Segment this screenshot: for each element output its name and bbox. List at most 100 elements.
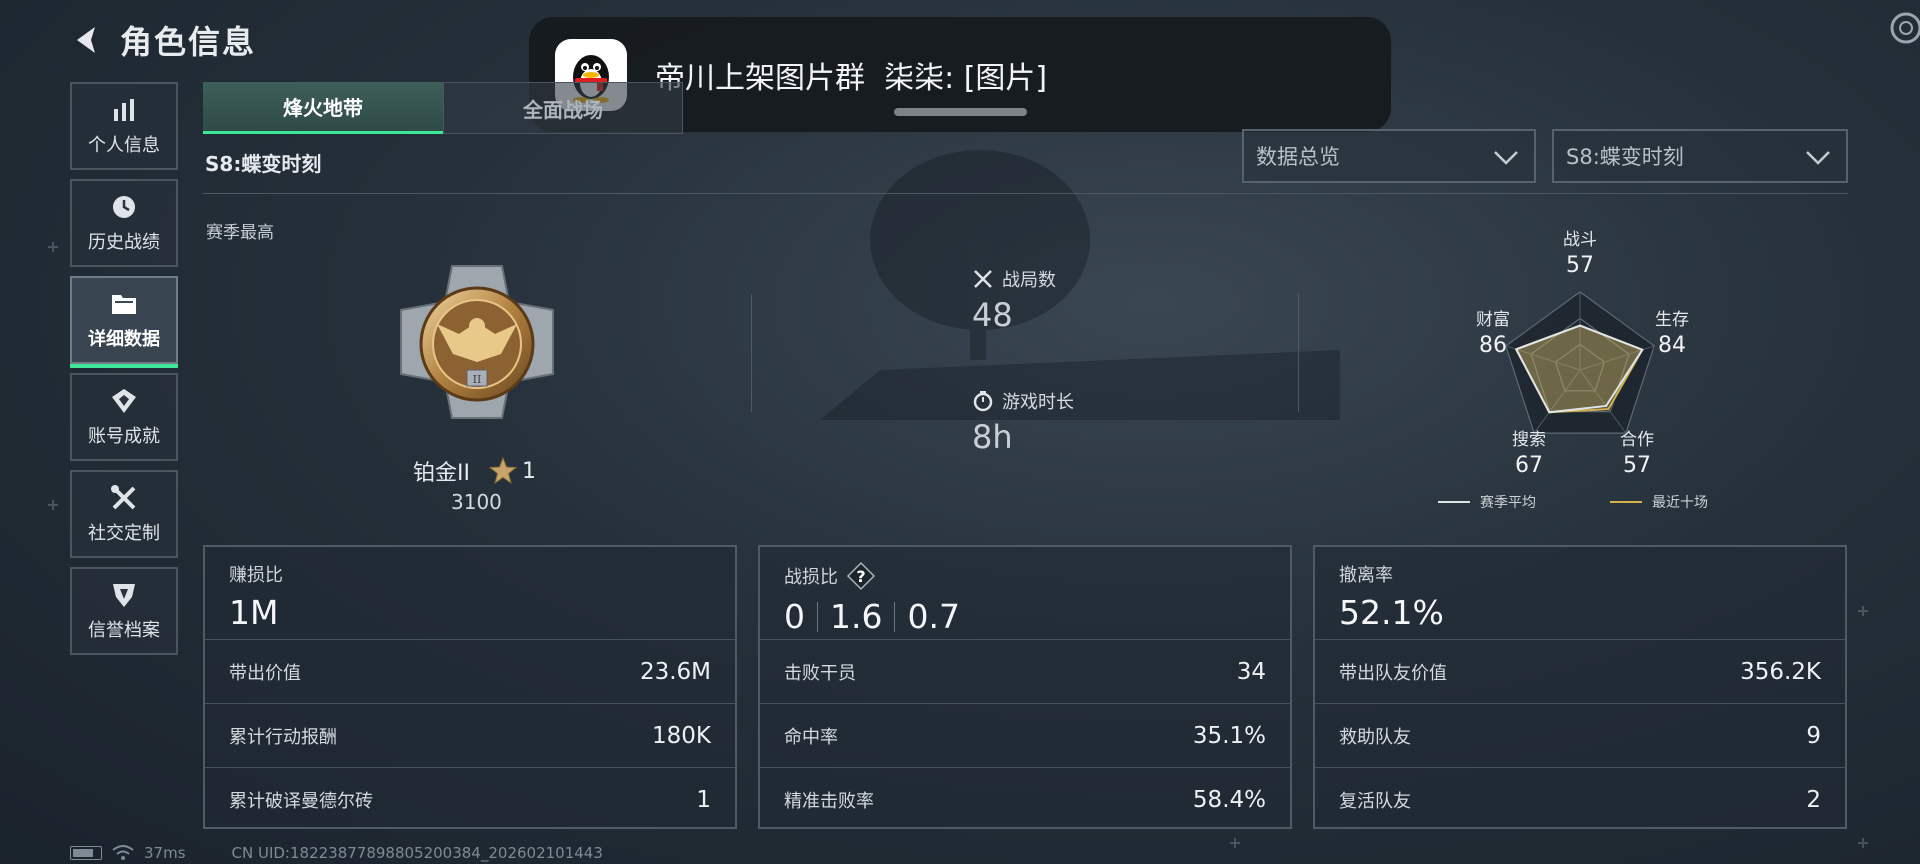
ability-radar-chart: 战斗 57 生存 84 合作 57 搜索 67 财富 86 bbox=[1420, 225, 1740, 515]
season-title: S8:蝶变时刻 bbox=[205, 152, 322, 176]
row-key: 带出价值 bbox=[229, 662, 301, 684]
settings-gear-icon[interactable] bbox=[1876, 6, 1920, 50]
rank-stars: 1 bbox=[521, 458, 536, 484]
legend-line-swatch bbox=[1438, 501, 1470, 503]
season-select-value: S8:蝶变时刻 bbox=[1566, 145, 1684, 169]
bar-chart-icon bbox=[109, 95, 139, 125]
notification-message: 柒柒: [图片] bbox=[884, 60, 1048, 96]
season-select[interactable]: S8:蝶变时刻 bbox=[1552, 129, 1848, 183]
row-key: 救助队友 bbox=[1339, 726, 1411, 748]
grid-marker bbox=[48, 242, 58, 252]
row-value: 356.2K bbox=[1740, 658, 1821, 685]
sidebar-item-reputation[interactable]: 信誉档案 bbox=[70, 567, 178, 655]
wifi-icon bbox=[112, 845, 134, 860]
sidebar-item-label: 历史战绩 bbox=[88, 232, 160, 253]
tab-hazard-zone[interactable]: 烽火地带 bbox=[203, 82, 443, 134]
rank-points: 3100 bbox=[451, 490, 502, 514]
notification-group: 帝川上架图片群 bbox=[655, 60, 865, 96]
combat-label: 战损比 bbox=[784, 567, 838, 588]
legend-recent-ten: 最近十场 bbox=[1610, 492, 1708, 512]
mode-tabs: 烽火地带 全面战场 bbox=[203, 82, 683, 134]
combat-value: 1.6 bbox=[830, 597, 883, 636]
vertical-divider bbox=[1298, 294, 1299, 412]
svg-text:II: II bbox=[473, 373, 482, 386]
tools-icon bbox=[109, 483, 139, 513]
matches-label: 战局数 bbox=[1002, 270, 1056, 291]
table-row: 累计破译曼德尔砖 1 bbox=[205, 767, 735, 831]
radar-axis-value: 84 bbox=[1658, 333, 1686, 358]
chevron-down-icon bbox=[1806, 151, 1830, 165]
sidebar-item-social-custom[interactable]: 社交定制 bbox=[70, 470, 178, 558]
radar-axis-label: 搜索 bbox=[1512, 430, 1546, 450]
extract-value: 52.1% bbox=[1339, 593, 1444, 632]
sidebar-item-label: 社交定制 bbox=[88, 523, 160, 544]
matches-value: 48 bbox=[972, 296, 1013, 334]
sidebar-item-match-history[interactable]: 历史战绩 bbox=[70, 179, 178, 267]
season-best-label: 赛季最高 bbox=[206, 223, 274, 243]
star-icon bbox=[488, 456, 518, 485]
table-row: 带出队友价值 356.2K bbox=[1315, 639, 1845, 703]
view-select[interactable]: 数据总览 bbox=[1242, 129, 1536, 183]
chevron-down-icon bbox=[1494, 151, 1518, 165]
vertical-divider bbox=[751, 294, 752, 412]
grid-marker bbox=[1230, 838, 1240, 848]
row-key: 击败干员 bbox=[784, 662, 856, 684]
table-row: 击败干员 34 bbox=[760, 639, 1290, 703]
combat-panel: 战损比 ? 0 1.6 0.7 击败干员 34 命中率 35.1% 精准击败率 58.… bbox=[758, 545, 1292, 829]
history-clock-icon bbox=[109, 192, 139, 222]
matches-stat: 战局数 48 bbox=[972, 266, 1056, 334]
radar-axis-label: 合作 bbox=[1620, 430, 1654, 450]
table-row: 带出价值 23.6M bbox=[205, 639, 735, 703]
table-row: 命中率 35.1% bbox=[760, 703, 1290, 767]
table-row: 累计行动报酬 180K bbox=[205, 703, 735, 767]
tab-full-battlefield[interactable]: 全面战场 bbox=[443, 82, 683, 134]
legend-line-swatch bbox=[1610, 501, 1642, 503]
section-divider bbox=[203, 193, 1848, 194]
row-key: 带出队友价值 bbox=[1339, 662, 1447, 684]
row-key: 精准击败率 bbox=[784, 790, 874, 812]
combat-value: 0 bbox=[784, 597, 805, 636]
table-row: 精准击败率 58.4% bbox=[760, 767, 1290, 831]
ping-readout: 37ms bbox=[144, 844, 186, 862]
extract-panel: 撤离率 52.1% 带出队友价值 356.2K 救助队友 9 复活队友 2 bbox=[1313, 545, 1847, 829]
sidebar-item-label: 个人信息 bbox=[88, 135, 160, 156]
value-separator bbox=[894, 601, 896, 632]
row-value: 2 bbox=[1806, 786, 1821, 813]
stopwatch-icon bbox=[973, 391, 993, 412]
view-select-value: 数据总览 bbox=[1256, 145, 1340, 169]
grid-marker bbox=[48, 500, 58, 510]
rank-name: 铂金II bbox=[413, 461, 470, 486]
radar-axis-value: 57 bbox=[1566, 253, 1594, 278]
profit-value: 1M bbox=[229, 593, 279, 632]
help-question-icon[interactable]: ? bbox=[846, 561, 876, 591]
platinum-rank-medal-icon: II bbox=[400, 265, 554, 419]
sidebar-item-achievements[interactable]: 账号成就 bbox=[70, 373, 178, 461]
notification-text: 帝川上架图片群 柒柒: [图片] bbox=[655, 53, 1047, 97]
playtime-stat: 游戏时长 8h bbox=[972, 388, 1074, 456]
folder-icon bbox=[109, 289, 139, 319]
combat-value: 0.7 bbox=[907, 597, 960, 636]
sidebar-item-detailed-data[interactable]: 详细数据 bbox=[70, 276, 178, 368]
radar-axis-label: 战斗 bbox=[1563, 230, 1597, 250]
sidebar-item-label: 信誉档案 bbox=[88, 620, 160, 641]
status-footer: 37ms CN UID:18223877898805200384_2026021… bbox=[70, 844, 603, 862]
row-value: 35.1% bbox=[1192, 722, 1266, 749]
radar-axis-label: 生存 bbox=[1655, 310, 1689, 330]
notification-handle[interactable] bbox=[894, 108, 1027, 116]
row-value: 1 bbox=[696, 786, 711, 813]
playtime-value: 8h bbox=[972, 418, 1013, 456]
svg-text:?: ? bbox=[856, 567, 865, 586]
back-arrow-icon[interactable] bbox=[66, 18, 110, 62]
row-value: 34 bbox=[1236, 658, 1266, 685]
page-header: 角色信息 bbox=[66, 14, 256, 66]
sidebar-item-personal-info[interactable]: 个人信息 bbox=[70, 82, 178, 170]
radar-axis-value: 67 bbox=[1515, 453, 1543, 478]
grid-marker bbox=[1858, 606, 1868, 616]
profit-panel: 赚损比 1M 带出价值 23.6M 累计行动报酬 180K 累计破译曼德尔砖 1 bbox=[203, 545, 737, 829]
sidebar-nav: 个人信息 历史战绩 详细数据 账号成就 社交定制 信誉档案 bbox=[70, 82, 178, 664]
table-row: 救助队友 9 bbox=[1315, 703, 1845, 767]
page-title: 角色信息 bbox=[120, 23, 257, 61]
grid-marker bbox=[1858, 838, 1868, 848]
table-row: 复活队友 2 bbox=[1315, 767, 1845, 831]
achievement-icon bbox=[109, 386, 139, 416]
